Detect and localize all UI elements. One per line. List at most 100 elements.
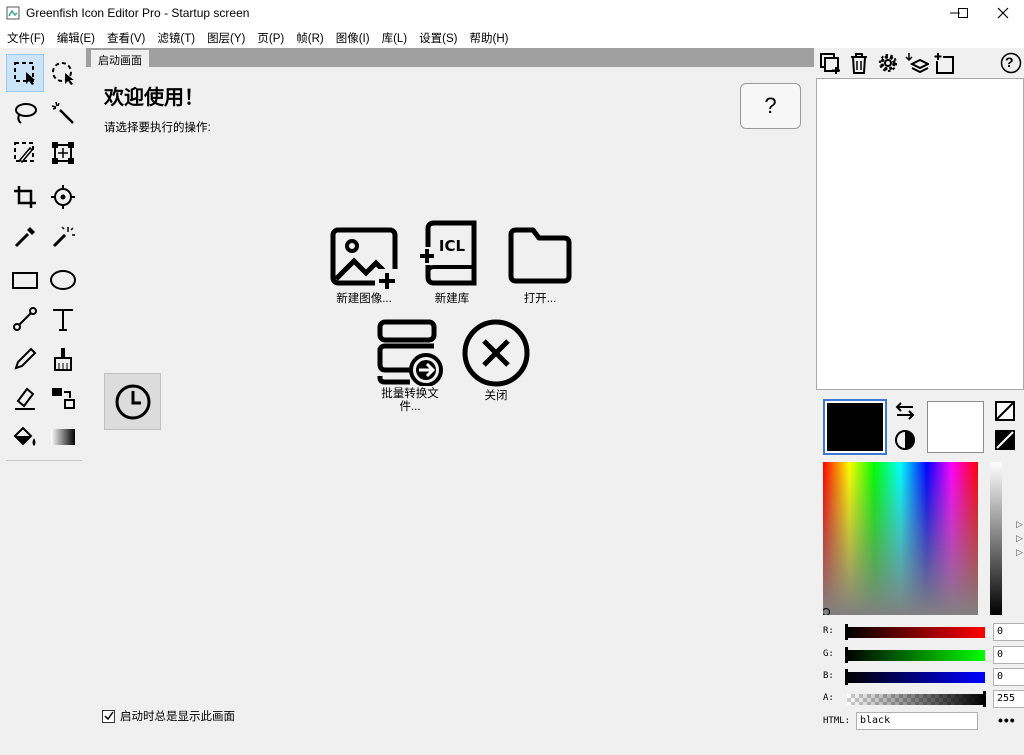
open-button[interactable]: 打开... — [500, 225, 580, 306]
alpha-label: A: — [823, 693, 834, 703]
menu-filter[interactable]: 滤镜(T) — [154, 26, 198, 48]
gradient-tool[interactable] — [44, 418, 82, 456]
tab-startup[interactable]: 启动画面 — [90, 49, 150, 67]
checkmark-icon — [103, 711, 114, 721]
show-on-startup-label: 启动时总是显示此画面 — [120, 711, 235, 723]
alpha-value[interactable]: 255 — [993, 690, 1024, 708]
html-color-input[interactable]: black — [856, 712, 978, 730]
color-replace-tool[interactable] — [44, 379, 82, 417]
eyedropper-tool[interactable] — [6, 218, 44, 256]
lightness-slider[interactable] — [990, 462, 1002, 615]
menu-view[interactable]: 查看(V) — [104, 26, 148, 48]
menu-help[interactable]: 帮助(H) — [466, 26, 511, 48]
lasso-icon — [15, 103, 37, 124]
recent-files-button[interactable] — [104, 373, 161, 430]
red-label: R: — [823, 626, 834, 636]
text-icon — [53, 309, 73, 331]
delete-layer-button[interactable] — [846, 50, 872, 76]
menu-bar: 文件(F) 编辑(E) 查看(V) 滤镜(T) 图层(Y) 页(P) 帧(R) … — [0, 26, 1024, 48]
green-slider-row: G: 0 — [823, 646, 1024, 664]
hotspot-tool[interactable] — [44, 178, 82, 216]
panel-help-label: ? — [1005, 54, 1014, 70]
gear-icon — [879, 54, 897, 72]
blue-slider[interactable] — [847, 672, 985, 683]
swap-arrows-icon — [895, 402, 915, 420]
brush-tool[interactable] — [44, 340, 82, 378]
text-tool[interactable] — [44, 300, 82, 338]
alpha-slider[interactable] — [847, 694, 985, 705]
new-layer-icon — [820, 53, 840, 74]
red-slider-thumb[interactable] — [845, 624, 848, 640]
triangle-right-icon: ▷ — [1016, 547, 1023, 557]
menu-edit[interactable]: 编辑(E) — [54, 26, 98, 48]
triangle-right-icon: ▷ — [1016, 519, 1023, 529]
folder-icon — [508, 227, 572, 284]
green-value[interactable]: 0 — [993, 646, 1024, 664]
close-circle-icon — [462, 319, 530, 387]
startup-page: 欢迎使用！ 请选择要执行的操作: ? 新建图像... ICL 新建库 打开... — [86, 67, 814, 755]
menu-file[interactable]: 文件(F) — [4, 26, 48, 48]
panel-help-button[interactable]: ? — [998, 50, 1024, 76]
clock-icon — [115, 384, 150, 419]
merge-layers-button[interactable] — [904, 50, 930, 76]
magic-wand-tool[interactable] — [44, 94, 82, 132]
color-spectrum[interactable] — [823, 462, 978, 615]
transform-tool[interactable] — [44, 134, 82, 172]
fill-tool[interactable] — [6, 418, 44, 456]
sparkle-brush-icon — [52, 226, 75, 248]
close-window-button[interactable] — [980, 0, 1024, 26]
help-button[interactable]: ? — [740, 83, 801, 129]
new-page-button[interactable] — [932, 50, 958, 76]
menu-page[interactable]: 页(P) — [254, 26, 287, 48]
new-library-button[interactable]: ICL 新建库 — [412, 219, 492, 306]
batch-convert-button[interactable]: 批量转换文件... — [368, 318, 452, 414]
transparent-color-button[interactable] — [994, 400, 1016, 422]
menu-layer[interactable]: 图层(Y) — [204, 26, 248, 48]
color-replace-icon — [52, 388, 75, 409]
selection-brush-tool[interactable] — [6, 134, 44, 172]
close-start-button[interactable]: 关闭 — [456, 318, 536, 403]
red-slider[interactable] — [847, 627, 985, 638]
menu-frame[interactable]: 帧(R) — [293, 26, 326, 48]
eraser-tool[interactable] — [6, 379, 44, 417]
alpha-slider-thumb[interactable] — [983, 691, 986, 707]
blue-value[interactable]: 0 — [993, 668, 1024, 686]
menu-image[interactable]: 图像(I) — [333, 26, 373, 48]
alpha-slider-row: A: 255 — [823, 690, 1024, 708]
new-image-button[interactable]: 新建图像... — [324, 225, 404, 306]
rectangle-tool[interactable] — [6, 261, 44, 299]
invert-colors-button[interactable] — [894, 429, 916, 451]
rect-select-icon — [14, 62, 35, 85]
ellipse-tool[interactable] — [44, 261, 82, 299]
checkbox-box[interactable] — [102, 709, 115, 723]
primary-color-swatch[interactable] — [823, 399, 887, 455]
rectangle-icon — [12, 272, 38, 289]
crop-tool[interactable] — [6, 178, 44, 216]
more-colors-button[interactable]: ••• — [998, 712, 1016, 728]
line-tool[interactable] — [6, 300, 44, 338]
gradient-icon — [51, 429, 75, 445]
red-value[interactable]: 0 — [993, 623, 1024, 641]
new-layer-button[interactable] — [817, 50, 843, 76]
blue-slider-thumb[interactable] — [845, 669, 848, 685]
green-slider[interactable] — [847, 650, 985, 661]
lasso-tool[interactable] — [6, 94, 44, 132]
pencil-tool[interactable] — [6, 340, 44, 378]
secondary-color-swatch[interactable] — [927, 401, 984, 453]
ellipse-select-icon — [52, 62, 74, 85]
menu-settings[interactable]: 设置(S) — [416, 26, 460, 48]
layers-list[interactable] — [816, 78, 1024, 390]
green-slider-thumb[interactable] — [845, 647, 848, 663]
show-on-startup-checkbox[interactable]: 启动时总是显示此画面 — [102, 708, 235, 724]
paintbrush-icon — [54, 348, 72, 371]
transform-icon — [52, 142, 74, 164]
rect-select-tool[interactable] — [6, 54, 44, 92]
ellipse-select-tool[interactable] — [44, 54, 82, 92]
swap-colors-button[interactable] — [894, 400, 916, 422]
menu-library[interactable]: 库(L) — [379, 26, 411, 48]
inverted-color-button[interactable] — [994, 429, 1016, 451]
retouch-tool[interactable] — [44, 218, 82, 256]
layer-properties-button[interactable] — [875, 50, 901, 76]
eyedropper-icon — [14, 227, 35, 248]
welcome-heading: 欢迎使用！ — [104, 85, 204, 109]
